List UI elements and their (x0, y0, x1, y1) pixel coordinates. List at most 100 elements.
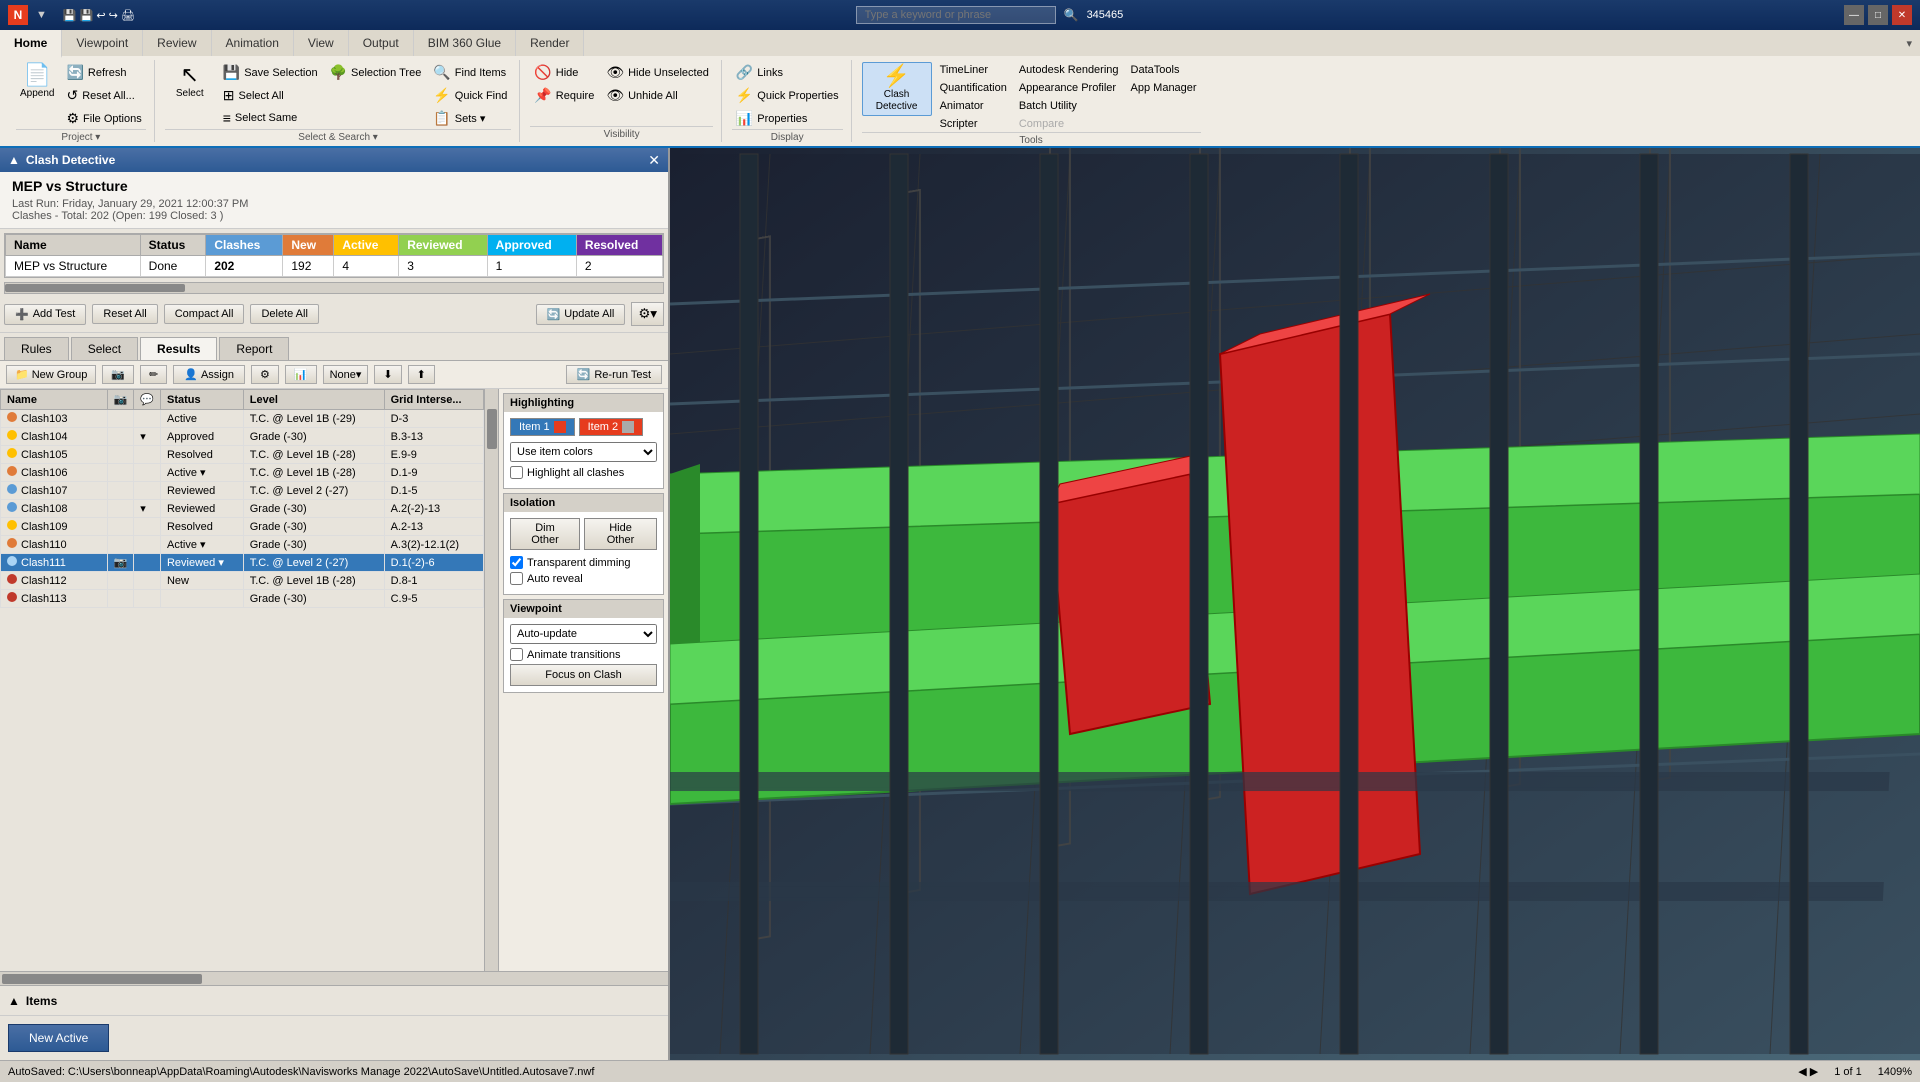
icon-btn-4[interactable]: 📊 (285, 365, 317, 384)
batch-utility-button[interactable]: Batch Utility (1015, 98, 1123, 114)
tab-results[interactable]: Results (140, 337, 217, 360)
item2-button[interactable]: Item 2 (579, 418, 644, 436)
links-button[interactable]: 🔗 Links (732, 62, 843, 83)
update-all-button[interactable]: 🔄 Update All (536, 304, 626, 325)
properties-button[interactable]: 📊 Properties (732, 108, 843, 129)
col-clash-status[interactable]: Status (160, 390, 243, 410)
table-row[interactable]: MEP vs Structure Done 202 192 4 3 1 2 (6, 256, 663, 277)
select-button[interactable]: ↖ Select (165, 62, 215, 102)
dim-other-button[interactable]: Dim Other (510, 518, 580, 550)
assign-button[interactable]: 👤 Assign (173, 365, 245, 384)
selection-tree-button[interactable]: 🌳 Selection Tree (326, 62, 426, 83)
tab-animation[interactable]: Animation (212, 30, 294, 56)
col-clash-level[interactable]: Level (243, 390, 384, 410)
table-row[interactable]: Clash109 Resolved Grade (-30) A.2-13 (1, 518, 484, 536)
transparent-dimming-checkbox[interactable] (510, 556, 523, 569)
item1-button[interactable]: Item 1 (510, 418, 575, 436)
icon-btn-5[interactable]: ⬇ (374, 365, 401, 384)
table-row[interactable]: Clash104 ▾ Approved Grade (-30) B.3-13 (1, 428, 484, 446)
scripter-button[interactable]: Scripter (936, 116, 1011, 132)
hide-unselected-button[interactable]: 👁 Hide Unselected (602, 62, 713, 83)
focus-on-clash-button[interactable]: Focus on Clash (510, 664, 657, 686)
table-row[interactable]: Clash108 ▾ Reviewed Grade (-30) A.2(-2)-… (1, 500, 484, 518)
settings-button[interactable]: ⚙▾ (631, 302, 664, 326)
app-manager-button[interactable]: App Manager (1127, 80, 1201, 96)
icon-btn-1[interactable]: 📷 (102, 365, 134, 384)
table-row[interactable]: Clash105 Resolved T.C. @ Level 1B (-28) … (1, 446, 484, 464)
nav-arrows[interactable]: ◀ ▶ (1798, 1065, 1818, 1078)
save-selection-button[interactable]: 💾 Save Selection (219, 62, 322, 83)
maximize-button[interactable]: □ (1868, 5, 1888, 25)
require-button[interactable]: 📌 Require (530, 85, 598, 106)
select-same-button[interactable]: ≡ Select Same (219, 108, 322, 128)
collapse-items-icon[interactable]: ▲ (8, 994, 20, 1008)
minimize-button[interactable]: — (1844, 5, 1864, 25)
tab-rules[interactable]: Rules (4, 337, 69, 360)
icon-btn-6[interactable]: ⬆ (408, 365, 435, 384)
animator-button[interactable]: Animator (936, 98, 1011, 114)
collapse-icon[interactable]: ▲ (8, 153, 20, 167)
hide-button[interactable]: 🚫 Hide (530, 62, 598, 83)
tab-report[interactable]: Report (219, 337, 289, 360)
close-button[interactable]: ✕ (1892, 5, 1912, 25)
quantification-button[interactable]: Quantification (936, 80, 1011, 96)
timeliner-button[interactable]: TimeLiner (936, 62, 1011, 78)
appearance-profiler-button[interactable]: Appearance Profiler (1015, 80, 1123, 96)
find-items-button[interactable]: 🔍 Find Items (429, 62, 511, 83)
append-button[interactable]: 📄 Append (16, 62, 58, 102)
clash-list[interactable]: Name 📷 💬 Status Level Grid Interse... Cl… (0, 389, 484, 971)
color-dropdown[interactable]: Use item colors (510, 442, 657, 462)
icon-btn-3[interactable]: ⚙ (251, 365, 279, 384)
window-controls[interactable]: — □ ✕ (1844, 5, 1912, 25)
3d-viewport[interactable] (670, 148, 1920, 1060)
table-row-selected[interactable]: Clash111 📷 Reviewed ▾ T.C. @ Level 2 (-2… (1, 554, 484, 572)
col-clash-name[interactable]: Name (1, 390, 108, 410)
panel-close-button[interactable]: ✕ (648, 152, 660, 169)
table-row[interactable]: Clash112 New T.C. @ Level 1B (-28) D.8-1 (1, 572, 484, 590)
table-row[interactable]: Clash106 Active ▾ T.C. @ Level 1B (-28) … (1, 464, 484, 482)
datatools-button[interactable]: DataTools (1127, 62, 1201, 78)
refresh-button[interactable]: 🔄 Refresh (62, 62, 145, 83)
bottom-h-scrollbar[interactable] (0, 971, 668, 985)
reset-all-button[interactable]: ↺ Reset All... (62, 85, 145, 106)
tab-output[interactable]: Output (349, 30, 414, 56)
viewpoint-dropdown[interactable]: Auto-update (510, 624, 657, 644)
none-dropdown[interactable]: None ▾ (323, 365, 369, 384)
clash-detective-button[interactable]: ⚡ Clash Detective (862, 62, 932, 116)
quick-properties-button[interactable]: ⚡ Quick Properties (732, 85, 843, 106)
tab-bim360[interactable]: BIM 360 Glue (414, 30, 516, 56)
icon-btn-2[interactable]: ✏ (140, 365, 167, 384)
tab-review[interactable]: Review (143, 30, 211, 56)
hide-other-button[interactable]: Hide Other (584, 518, 657, 550)
vertical-scrollbar[interactable] (484, 389, 498, 971)
col-grid[interactable]: Grid Interse... (384, 390, 483, 410)
search-input[interactable] (856, 6, 1056, 24)
table-row[interactable]: Clash103 Active T.C. @ Level 1B (-29) D-… (1, 410, 484, 428)
animate-transitions-checkbox[interactable] (510, 648, 523, 661)
h-scrollbar[interactable] (4, 282, 664, 294)
file-options-button[interactable]: ⚙ File Options (62, 108, 145, 129)
auto-reveal-checkbox[interactable] (510, 572, 523, 585)
compare-button[interactable]: Compare (1015, 116, 1123, 132)
tab-home[interactable]: Home (0, 30, 62, 58)
new-group-button[interactable]: 📁 New Group (6, 365, 96, 384)
autodesk-rendering-button[interactable]: Autodesk Rendering (1015, 62, 1123, 78)
compact-all-button[interactable]: Compact All (164, 304, 245, 324)
new-active-button[interactable]: New Active (8, 1024, 109, 1052)
rerun-test-button[interactable]: 🔄 Re-run Test (566, 365, 662, 384)
table-row[interactable]: Clash113 Grade (-30) C.9-5 (1, 590, 484, 608)
add-test-button[interactable]: ➕ Add Test (4, 304, 86, 325)
tab-view[interactable]: View (294, 30, 349, 56)
reset-all-button[interactable]: Reset All (92, 304, 157, 324)
highlight-all-checkbox[interactable] (510, 466, 523, 479)
tab-select[interactable]: Select (71, 337, 138, 360)
tab-render[interactable]: Render (516, 30, 584, 56)
table-row[interactable]: Clash107 Reviewed T.C. @ Level 2 (-27) D… (1, 482, 484, 500)
unhide-all-button[interactable]: 👁 Unhide All (602, 85, 713, 106)
sets-button[interactable]: 📋 Sets ▾ (429, 108, 511, 129)
delete-all-button[interactable]: Delete All (250, 304, 318, 324)
select-all-button[interactable]: ⊞ Select All (219, 85, 322, 106)
tab-viewpoint[interactable]: Viewpoint (62, 30, 143, 56)
table-row[interactable]: Clash110 Active ▾ Grade (-30) A.3(2)-12.… (1, 536, 484, 554)
quick-find-button[interactable]: ⚡ Quick Find (429, 85, 511, 106)
